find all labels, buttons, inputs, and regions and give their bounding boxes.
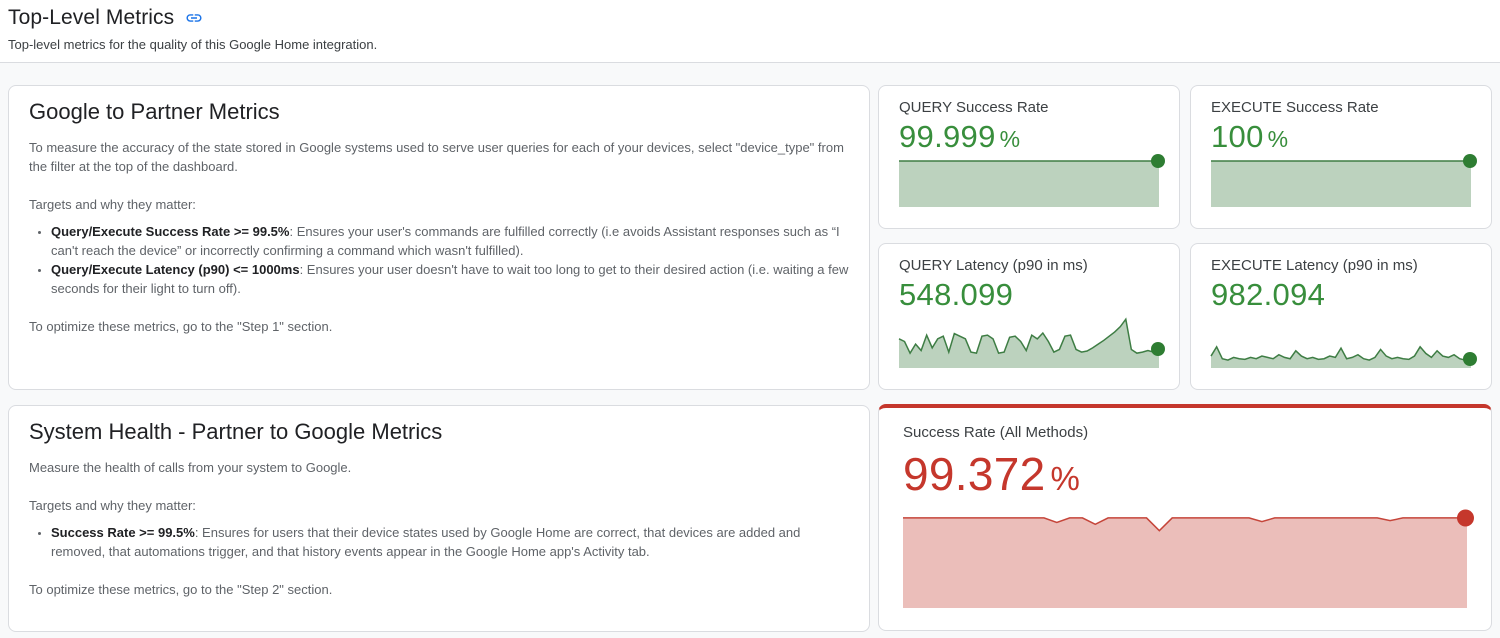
list-item: Query/Execute Success Rate >= 99.5%: Ens…: [51, 222, 849, 260]
metrics-dashboard: Google to Partner Metrics To measure the…: [0, 63, 1500, 638]
stat-number: 100: [1211, 119, 1264, 154]
page-title: Top-Level Metrics: [8, 6, 174, 30]
stat-row-2: QUERY Latency (p90 in ms) 548.099 EXECUT…: [878, 243, 1492, 390]
stat-value: 100%: [1211, 119, 1471, 155]
query-latency-card: QUERY Latency (p90 in ms) 548.099: [878, 243, 1180, 390]
list-item: Success Rate >= 99.5%: Ensures for users…: [51, 523, 849, 561]
stat-unit: %: [1051, 460, 1081, 497]
sparkline-chart: [903, 517, 1467, 608]
targets-list: Query/Execute Success Rate >= 99.5%: Ens…: [29, 222, 849, 298]
sparkline-end-dot: [1151, 154, 1165, 168]
left-column: Google to Partner Metrics To measure the…: [8, 85, 870, 632]
bullet-term: Query/Execute Success Rate >= 99.5%: [51, 224, 289, 239]
stat-title: QUERY Latency (p90 in ms): [899, 257, 1159, 274]
stat-value: 99.372%: [903, 447, 1467, 501]
sparkline-chart: [1211, 315, 1471, 368]
stat-title: EXECUTE Latency (p90 in ms): [1211, 257, 1471, 274]
targets-label: Targets and why they matter:: [29, 496, 849, 515]
page-header: Top-Level Metrics Top-level metrics for …: [0, 0, 1500, 63]
stat-title: Success Rate (All Methods): [903, 424, 1467, 441]
sparkline-chart: [899, 161, 1159, 207]
stat-title: QUERY Success Rate: [899, 99, 1159, 116]
right-column: QUERY Success Rate 99.999% EXECUTE Succe…: [878, 85, 1492, 631]
google-to-partner-title: Google to Partner Metrics: [29, 99, 849, 125]
sparkline-end-dot: [1463, 352, 1477, 366]
bullet-term: Success Rate >= 99.5%: [51, 525, 195, 540]
page-subtitle: Top-level metrics for the quality of thi…: [8, 37, 1490, 52]
section-anchor-link[interactable]: [185, 9, 203, 27]
list-item: Query/Execute Latency (p90) <= 1000ms: E…: [51, 260, 849, 298]
sparkline-end-dot: [1151, 342, 1165, 356]
google-to-partner-intro: To measure the accuracy of the state sto…: [29, 138, 849, 176]
stat-number: 548.099: [899, 277, 1013, 312]
bullet-term: Query/Execute Latency (p90) <= 1000ms: [51, 262, 300, 277]
system-health-title: System Health - Partner to Google Metric…: [29, 419, 849, 445]
execute-success-rate-card: EXECUTE Success Rate 100%: [1190, 85, 1492, 229]
google-to-partner-card: Google to Partner Metrics To measure the…: [8, 85, 870, 390]
sparkline-chart: [1211, 161, 1471, 207]
sparkline-chart: [899, 315, 1159, 368]
stat-number: 982.094: [1211, 277, 1325, 312]
link-icon: [185, 9, 203, 27]
stat-value: 99.999%: [899, 119, 1159, 155]
stat-row-1: QUERY Success Rate 99.999% EXECUTE Succe…: [878, 85, 1492, 229]
success-rate-all-methods-card: Success Rate (All Methods) 99.372%: [878, 404, 1492, 631]
stat-title: EXECUTE Success Rate: [1211, 99, 1471, 116]
stat-unit: %: [1000, 126, 1021, 152]
google-to-partner-footer: To optimize these metrics, go to the "St…: [29, 317, 849, 336]
execute-latency-card: EXECUTE Latency (p90 in ms) 982.094: [1190, 243, 1492, 390]
targets-list: Success Rate >= 99.5%: Ensures for users…: [29, 523, 849, 561]
system-health-card: System Health - Partner to Google Metric…: [8, 405, 870, 632]
stat-value: 548.099: [899, 277, 1159, 313]
stat-number: 99.372: [903, 448, 1046, 500]
sparkline-end-dot: [1457, 509, 1474, 526]
query-success-rate-card: QUERY Success Rate 99.999%: [878, 85, 1180, 229]
stat-value: 982.094: [1211, 277, 1471, 313]
stat-unit: %: [1268, 126, 1289, 152]
targets-label: Targets and why they matter:: [29, 195, 849, 214]
sparkline-end-dot: [1463, 154, 1477, 168]
system-health-footer: To optimize these metrics, go to the "St…: [29, 580, 849, 599]
stat-number: 99.999: [899, 119, 996, 154]
system-health-intro: Measure the health of calls from your sy…: [29, 458, 849, 477]
